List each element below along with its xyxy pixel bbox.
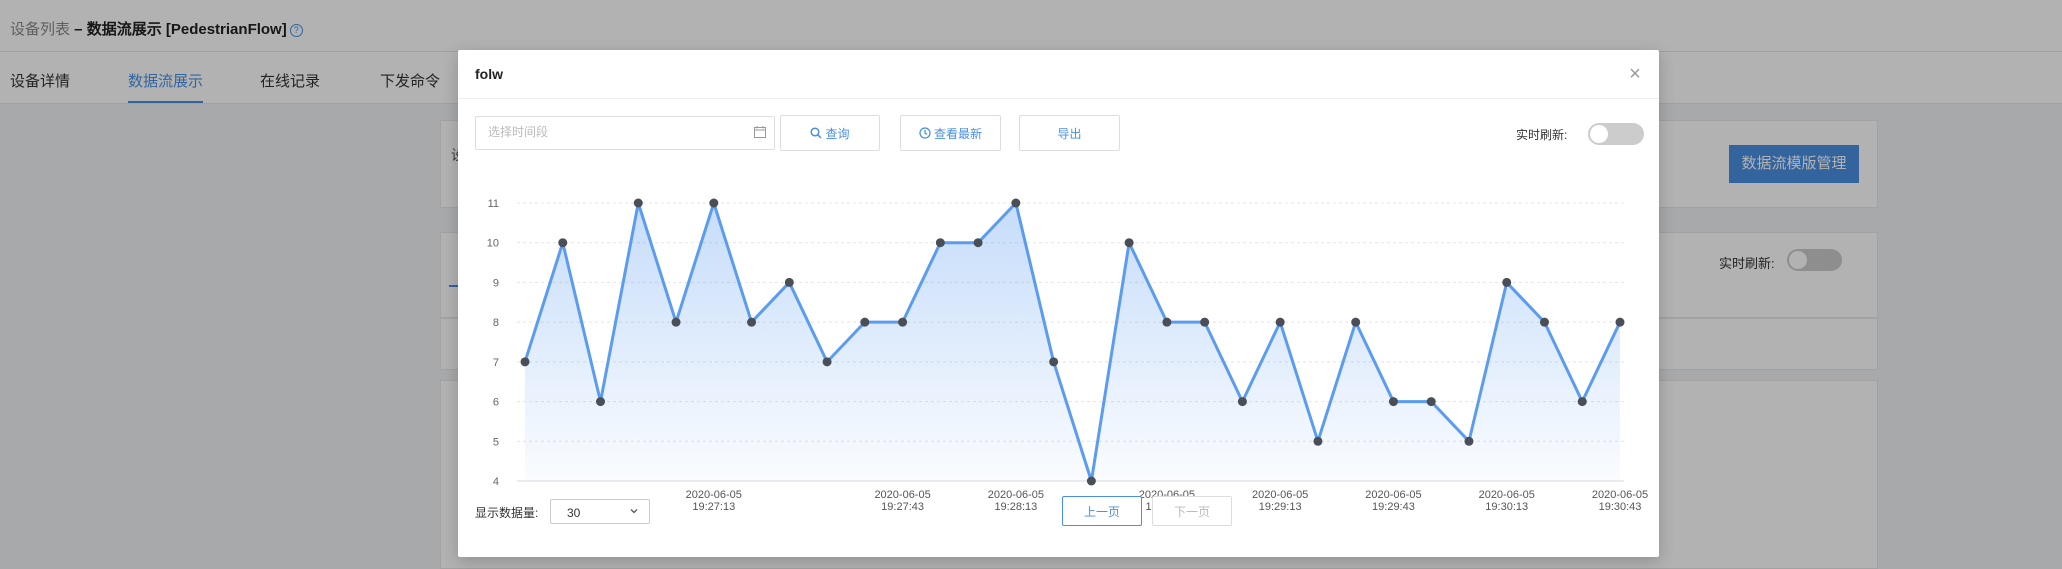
y-tick-label: 9 [493,277,499,289]
query-button[interactable]: 查询 [780,115,880,151]
data-point[interactable] [671,317,681,327]
show-count-value: 30 [567,506,581,520]
search-icon [810,127,823,139]
y-tick-label: 11 [488,198,499,210]
data-point[interactable] [784,277,794,287]
y-tick-label: 10 [487,238,499,250]
data-point[interactable] [1539,317,1549,327]
y-tick-label: 7 [493,357,499,369]
chart-area: 4 5 6 7 8 9 10 11 2020-06-05 19:27:13 2020-06-05 19… [458,190,1659,530]
data-point[interactable] [973,238,983,248]
data-point[interactable] [1615,317,1625,327]
view-latest-label: 查看最新 [933,126,982,141]
data-point[interactable] [1426,397,1436,407]
x-tick-date: 2020-06-05 [1252,489,1308,501]
x-tick-time: 19:30:13 [1485,501,1528,513]
modal-title: folw [475,66,503,82]
data-point[interactable] [558,238,568,248]
time-range-picker[interactable] [475,116,775,150]
data-point[interactable] [520,357,530,367]
x-tick-time: 19:27:43 [881,501,924,513]
series-area [525,203,1620,481]
x-tick-date: 2020-06-05 [1479,489,1535,501]
export-button[interactable]: 导出 [1019,115,1120,151]
data-point[interactable] [1577,397,1587,407]
calendar-icon [754,126,766,138]
time-range-input[interactable] [488,125,728,139]
data-point[interactable] [898,317,908,327]
realtime-refresh-toggle[interactable] [1588,123,1644,145]
line-chart: 45678910112020-06-0519:27:132020-06-0519… [487,198,1648,513]
x-tick-time: 19:28:13 [994,501,1037,513]
prev-page-button[interactable]: 上一页 [1062,496,1142,526]
realtime-refresh-label: 实时刷新: [1516,128,1568,142]
x-tick-date: 2020-06-05 [988,489,1044,501]
y-tick-label: 4 [493,476,499,488]
data-point[interactable] [1388,397,1398,407]
query-label: 查询 [825,126,850,141]
data-point[interactable] [1313,436,1323,446]
export-label: 导出 [1057,126,1082,141]
data-point[interactable] [1124,238,1134,248]
y-tick-label: 8 [493,317,499,329]
x-tick-time: 19:29:43 [1372,501,1415,513]
modal-header: folw × [458,50,1659,99]
x-tick-date: 2020-06-05 [686,489,742,501]
data-point[interactable] [860,317,870,327]
data-point[interactable] [1351,317,1361,327]
data-point[interactable] [1049,357,1059,367]
clock-icon [919,127,931,139]
view-latest-button[interactable]: 查看最新 [900,115,1001,151]
x-tick-time: 19:27:13 [692,501,735,513]
data-point[interactable] [1011,198,1021,208]
data-point[interactable] [1162,317,1172,327]
x-tick-time: 19:29:13 [1259,501,1302,513]
data-point[interactable] [1237,397,1247,407]
show-count-select[interactable]: 30 [550,499,650,524]
chart-modal: folw × 查询 查看最新 导出 实时刷新: 4 5 6 7 8 9 10 11 2020-0… [458,50,1659,557]
data-point[interactable] [1086,476,1096,486]
data-point[interactable] [822,357,832,367]
x-tick-date: 2020-06-05 [874,489,930,501]
x-tick-date: 2020-06-05 [1592,489,1648,501]
x-tick-time: 19:30:43 [1599,501,1642,513]
close-icon[interactable]: × [1623,62,1647,86]
data-point[interactable] [1502,277,1512,287]
data-point[interactable] [935,238,945,248]
data-point[interactable] [709,198,719,208]
data-point[interactable] [596,397,606,407]
show-count-label: 显示数据量: [475,506,539,520]
x-tick-date: 2020-06-05 [1365,489,1421,501]
data-point[interactable] [747,317,757,327]
next-page-button[interactable]: 下一页 [1152,496,1232,526]
y-tick-label: 6 [493,397,499,409]
y-tick-label: 5 [493,436,499,448]
chevron-down-icon [630,509,638,514]
data-point[interactable] [1275,317,1285,327]
data-point[interactable] [1464,436,1474,446]
data-point[interactable] [1200,317,1210,327]
data-point[interactable] [633,198,643,208]
